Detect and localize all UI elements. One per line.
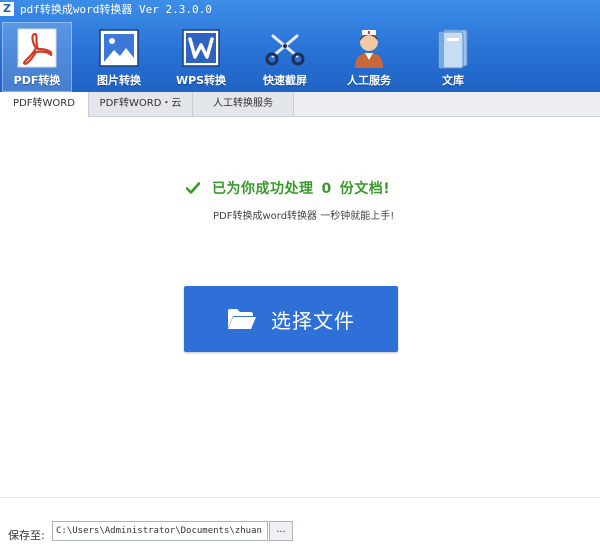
library-book-icon bbox=[438, 29, 468, 69]
status-suffix: 份文档! bbox=[339, 181, 391, 197]
toolbar-pdf-convert[interactable]: PDF转换 bbox=[2, 22, 72, 92]
save-to-label: 保存至: bbox=[8, 529, 45, 542]
status-prefix: 已为你成功处理 bbox=[212, 181, 314, 197]
tab-bar: PDF转WORD PDF转WORD・云 人工转换服务 bbox=[0, 92, 600, 117]
tab-pdf-to-word[interactable]: PDF转WORD bbox=[0, 92, 89, 117]
main-panel: 已为你成功处理 0 份文档! PDF转换成word转换器 一秒钟就能上手! 选择文件 bbox=[0, 117, 600, 497]
tab-manual-conversion[interactable]: 人工转换服务 bbox=[193, 92, 294, 116]
toolbar-image-convert[interactable]: 图片转换 bbox=[84, 22, 154, 92]
pdf-icon bbox=[17, 28, 57, 68]
status-line: 已为你成功处理 0 份文档! bbox=[186, 178, 390, 198]
folder-open-icon bbox=[228, 309, 256, 329]
window-title: pdf转换成word转换器 Ver 2.3.0.0 bbox=[20, 3, 212, 16]
support-person-icon bbox=[355, 30, 383, 68]
toolbar-label: 文库 bbox=[442, 74, 464, 87]
processed-count: 0 bbox=[321, 181, 332, 197]
toolbar-human-service[interactable]: 人工服务 bbox=[334, 22, 404, 92]
app-header: Z pdf转换成word转换器 Ver 2.3.0.0 PDF转换 图片转换 W… bbox=[0, 0, 600, 92]
scissors-icon bbox=[265, 34, 305, 66]
select-file-label: 选择文件 bbox=[271, 308, 355, 333]
image-icon bbox=[99, 29, 139, 67]
toolbar-label: 人工服务 bbox=[347, 74, 391, 87]
check-icon bbox=[186, 182, 200, 194]
toolbar-label: 图片转换 bbox=[97, 74, 141, 87]
subtitle: PDF转换成word转换器 一秒钟就能上手! bbox=[213, 211, 395, 222]
main-toolbar: PDF转换 图片转换 WPS转换 快速截屏 人工服务 文库 bbox=[0, 22, 600, 92]
footer-bar: 保存至: C:\Users\Administrator\Documents\zh… bbox=[0, 497, 600, 556]
toolbar-library[interactable]: 文库 bbox=[418, 22, 488, 92]
app-logo: Z bbox=[0, 2, 14, 16]
browse-button[interactable]: ... bbox=[269, 521, 293, 541]
toolbar-label: 快速截屏 bbox=[263, 74, 307, 87]
toolbar-quick-screenshot[interactable]: 快速截屏 bbox=[250, 22, 320, 92]
toolbar-label: PDF转换 bbox=[13, 74, 61, 87]
tab-pdf-to-word-cloud[interactable]: PDF转WORD・云 bbox=[89, 92, 193, 116]
select-file-button[interactable]: 选择文件 bbox=[184, 286, 398, 352]
status-message: 已为你成功处理 0 份文档! bbox=[212, 178, 390, 198]
save-path-input[interactable]: C:\Users\Administrator\Documents\zhuan bbox=[52, 521, 268, 541]
toolbar-wps-convert[interactable]: WPS转换 bbox=[166, 22, 236, 92]
wps-icon bbox=[182, 29, 220, 67]
toolbar-label: WPS转换 bbox=[175, 74, 227, 87]
